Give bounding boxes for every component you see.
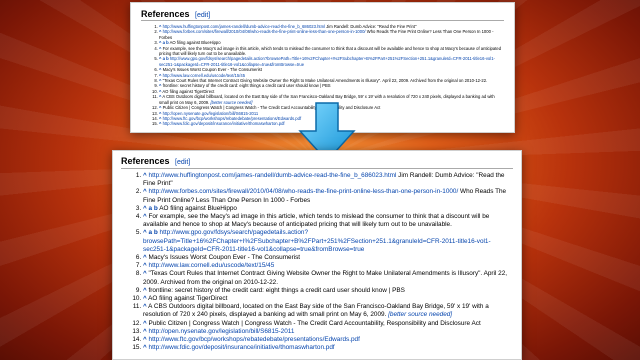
reference-item: ^ A CBS Outdoors digital billboard, loca… xyxy=(143,303,513,319)
reference-url-link[interactable]: http://www.fdic.gov/deposit/insurance/in… xyxy=(163,121,285,126)
references-heading-zoomed: References [edit] xyxy=(121,156,513,169)
reference-item: ^ "Texas Court Rules that Internet Contr… xyxy=(143,270,513,286)
reference-item: ^ frontline: secret history of the credi… xyxy=(143,287,513,295)
reference-item: ^ a b http://www.gpo.gov/fdsys/search/pa… xyxy=(143,229,513,254)
backlink-caret[interactable]: ^ xyxy=(159,46,161,51)
backlink-caret[interactable]: ^ xyxy=(143,328,147,335)
backlink-caret[interactable]: ^ xyxy=(143,295,147,302)
backlink-caret[interactable]: ^ xyxy=(159,29,161,34)
backlink-caret[interactable]: ^ xyxy=(159,67,161,72)
reference-item: ^ Macy's Issues Worst Coupon Ever - The … xyxy=(143,254,513,262)
backlink-caret[interactable]: ^ xyxy=(143,287,147,294)
reference-text: "Texas Court Rules that Internet Contrac… xyxy=(162,78,488,84)
reference-item: ^ For example, see the Macy's ad image i… xyxy=(159,46,504,57)
reference-text: For example, see the Macy's ad image in … xyxy=(143,213,490,229)
reference-url-link[interactable]: http://open.nysenate.gov/legislation/bil… xyxy=(163,111,259,116)
references-panel-zoomed: References [edit] ^ http://www.huffingto… xyxy=(112,150,522,360)
reference-text: Macy's Issues Worst Coupon Ever - The Co… xyxy=(162,67,262,73)
references-heading: References [edit] xyxy=(141,9,504,21)
reference-text: AO filing against BlueHippo xyxy=(159,204,237,212)
reference-url-link[interactable]: http://www.ftc.gov/bcp/workshops/rebated… xyxy=(149,336,360,343)
section-title: References xyxy=(141,9,190,19)
backlink-caret[interactable]: ^ xyxy=(143,336,147,343)
reference-item: ^ http://www.forbes.com/sites/firewall/2… xyxy=(159,29,504,40)
edit-link[interactable]: [edit] xyxy=(195,12,210,19)
reference-item: ^ http://open.nysenate.gov/legislation/b… xyxy=(143,328,513,336)
backlink-caret[interactable]: ^ xyxy=(143,213,147,220)
section-title: References xyxy=(121,156,170,166)
backlink-caret[interactable]: ^ xyxy=(143,320,147,327)
reference-item: ^ http://www.fdic.gov/deposit/insurance/… xyxy=(143,344,513,352)
backlink-caret[interactable]: ^ xyxy=(159,24,161,29)
reference-url-link[interactable]: http://www.fdic.gov/deposit/insurance/in… xyxy=(149,344,335,351)
backlink-caret[interactable]: ^ xyxy=(159,111,161,116)
reference-text: Public Citizen | Congress Watch | Congre… xyxy=(148,319,481,327)
reference-item: ^ http://www.huffingtonpost.com/james-ra… xyxy=(143,172,513,188)
reference-item: ^ For example, see the Macy's ad image i… xyxy=(143,213,513,229)
reference-text: Macy's Issues Worst Coupon Ever - The Co… xyxy=(148,254,301,262)
citation-needed-note[interactable]: [better source needed] xyxy=(388,311,452,318)
backlink-caret[interactable]: ^ a b xyxy=(143,205,158,212)
backlink-caret[interactable]: ^ xyxy=(143,188,147,195)
reference-text: Jim Randell: Dumb Advice: "Read the Fine… xyxy=(325,24,417,29)
reference-text: frontline: secret history of the credit … xyxy=(162,83,331,89)
backlink-caret[interactable]: ^ xyxy=(143,270,147,277)
backlink-caret[interactable]: ^ a b xyxy=(159,56,169,61)
backlink-caret[interactable]: ^ a b xyxy=(143,229,158,236)
reference-item: ^ http://www.forbes.com/sites/firewall/2… xyxy=(143,188,513,204)
reference-url-link[interactable]: http://www.forbes.com/sites/firewall/201… xyxy=(149,188,459,195)
reference-url-link[interactable]: http://www.law.cornell.edu/uscode/text/1… xyxy=(149,262,275,269)
reference-item: ^ a b http://www.gpo.gov/fdsys/search/pa… xyxy=(159,56,504,67)
backlink-caret[interactable]: ^ xyxy=(143,262,147,269)
reference-url-link[interactable]: http://open.nysenate.gov/legislation/bil… xyxy=(149,328,295,335)
reference-text: AO filing against TigerDirect xyxy=(162,88,215,94)
backlink-caret[interactable]: ^ xyxy=(143,344,147,351)
backlink-caret[interactable]: ^ a b xyxy=(159,40,169,45)
references-list-zoomed: ^ http://www.huffingtonpost.com/james-ra… xyxy=(121,172,513,352)
reference-url-link[interactable]: http://www.forbes.com/sites/firewall/201… xyxy=(163,29,366,34)
reference-url-link[interactable]: http://www.ftc.gov/bcp/workshops/rebated… xyxy=(163,116,302,121)
backlink-caret[interactable]: ^ xyxy=(159,121,161,126)
backlink-caret[interactable]: ^ xyxy=(143,254,147,261)
edit-link[interactable]: [edit] xyxy=(175,159,190,166)
reference-url-link[interactable]: http://www.huffingtonpost.com/james-rand… xyxy=(163,24,325,29)
backlink-caret[interactable]: ^ xyxy=(159,116,161,121)
backlink-caret[interactable]: ^ xyxy=(159,83,161,88)
backlink-caret[interactable]: ^ xyxy=(143,172,147,179)
reference-text: AO filing against TigerDirect xyxy=(148,295,228,303)
backlink-caret[interactable]: ^ xyxy=(143,303,147,310)
reference-item: ^ a b AO filing against BlueHippo xyxy=(143,205,513,213)
reference-url-link[interactable]: http://www.law.cornell.edu/uscode/text/1… xyxy=(163,73,245,78)
reference-item: ^ Public Citizen | Congress Watch | Cong… xyxy=(143,320,513,328)
reference-text: AO filing against BlueHippo xyxy=(169,40,221,46)
backlink-caret[interactable]: ^ xyxy=(159,105,161,110)
citation-needed-note[interactable]: [better source needed] xyxy=(210,100,252,105)
reference-url-link[interactable]: http://www.gpo.gov/fdsys/search/pagedeta… xyxy=(143,229,491,252)
backlink-caret[interactable]: ^ xyxy=(159,73,161,78)
reference-text: For example, see the Macy's ad image in … xyxy=(159,45,502,57)
reference-text: "Texas Court Rules that Internet Contrac… xyxy=(143,270,508,286)
backlink-caret[interactable]: ^ xyxy=(159,78,161,83)
reference-url-link[interactable]: http://www.gpo.gov/fdsys/search/pagedeta… xyxy=(159,56,495,66)
reference-text: frontline: secret history of the credit … xyxy=(148,286,405,294)
reference-url-link[interactable]: http://www.huffingtonpost.com/james-rand… xyxy=(149,172,397,179)
